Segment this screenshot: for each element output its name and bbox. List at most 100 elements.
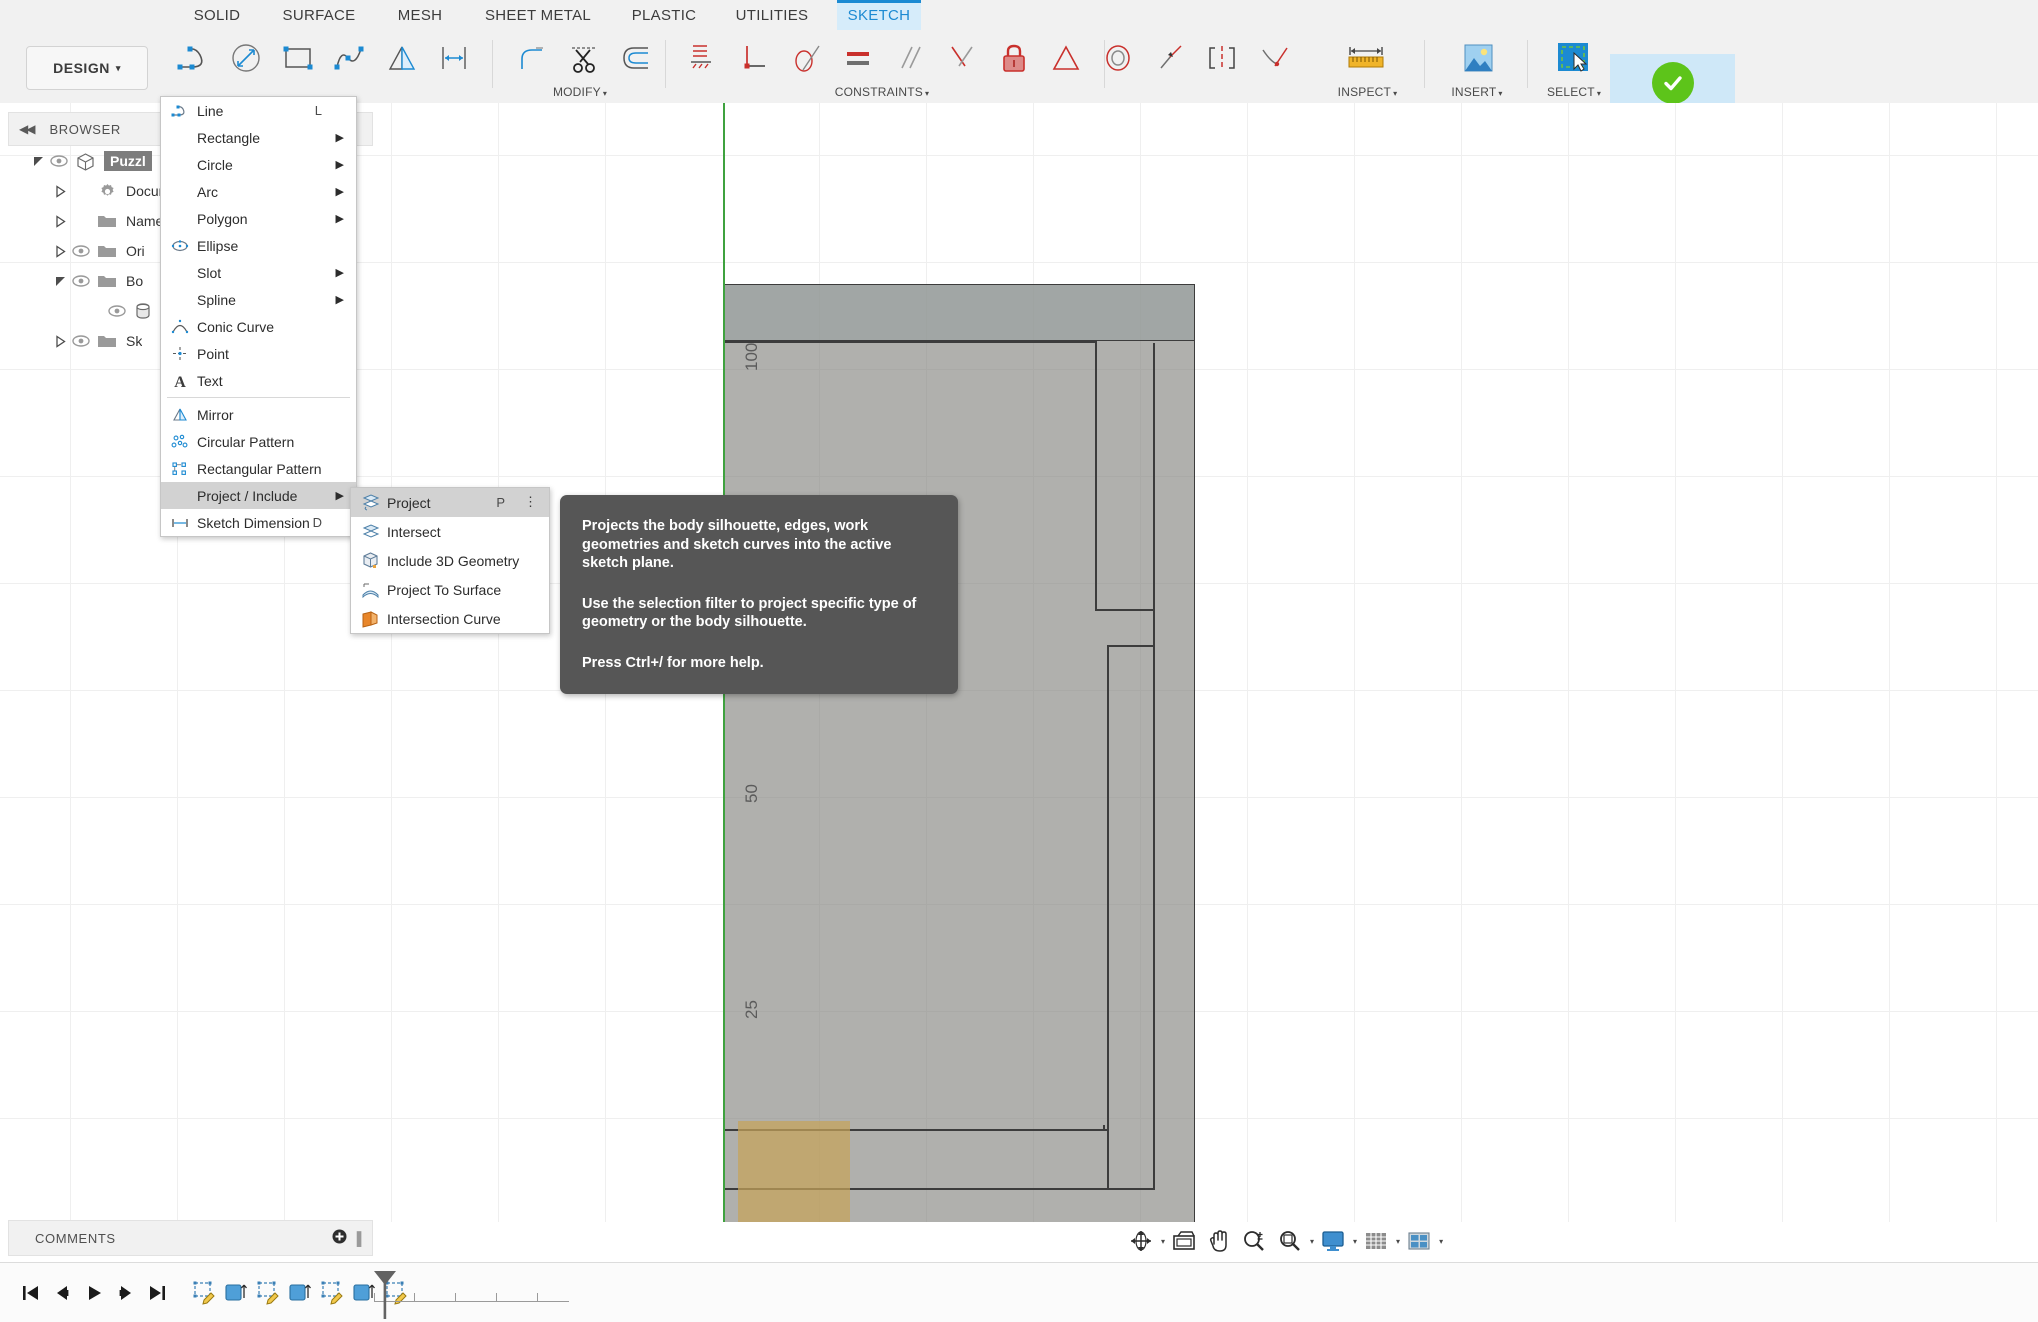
fix-lock-icon[interactable]	[988, 32, 1040, 84]
ribbon-group-modify-label[interactable]: MODIFY▾	[500, 85, 660, 99]
more-options-icon[interactable]: ⋮	[524, 497, 537, 507]
menu-item-slot[interactable]: Slot ▶	[161, 259, 356, 286]
chevron-right-icon[interactable]	[52, 243, 68, 259]
menu-item-project-include[interactable]: Project / Include ▶	[161, 482, 356, 509]
curvature-icon[interactable]	[1248, 32, 1300, 84]
circle-icon[interactable]	[220, 32, 272, 84]
visibility-eye-icon[interactable]	[68, 275, 94, 287]
chevron-down-icon[interactable]: ▾	[1353, 1237, 1357, 1246]
offset-icon[interactable]	[610, 32, 662, 84]
chevron-right-icon[interactable]	[52, 213, 68, 229]
sketch-feature-icon[interactable]	[316, 1271, 348, 1315]
menu-item-mirror[interactable]: Mirror	[161, 401, 356, 428]
step-forward-icon[interactable]	[110, 1273, 142, 1313]
menu-item-circular-pattern[interactable]: Circular Pattern	[161, 428, 356, 455]
symmetry-icon[interactable]	[1196, 32, 1248, 84]
extrude-feature-icon[interactable]	[284, 1271, 316, 1315]
timeline-marker-icon[interactable]	[372, 1269, 398, 1322]
tab-mesh[interactable]: MESH	[385, 0, 455, 30]
sketch-edge[interactable]	[1107, 645, 1109, 1190]
submenu-item-project-to-surface[interactable]: Project To Surface	[351, 575, 549, 604]
collapse-left-icon[interactable]: ◀◀	[19, 122, 33, 136]
visibility-eye-icon[interactable]	[46, 155, 72, 167]
chevron-down-icon[interactable]: ▾	[1310, 1237, 1314, 1246]
spline-icon[interactable]	[324, 32, 376, 84]
concentric-icon[interactable]	[1092, 32, 1144, 84]
workspace-switcher-button[interactable]: DESIGN ▾	[26, 46, 148, 90]
sketch-edge[interactable]	[1153, 343, 1155, 611]
insert-image-icon[interactable]	[1452, 32, 1504, 84]
menu-item-point[interactable]: Point	[161, 340, 356, 367]
sketch-edge[interactable]	[1153, 609, 1155, 647]
equal-icon[interactable]	[832, 32, 884, 84]
fillet-icon[interactable]	[506, 32, 558, 84]
ribbon-group-insert-label[interactable]: INSERT▾	[1432, 85, 1522, 99]
midpoint-icon[interactable]	[1040, 32, 1092, 84]
coincident-icon[interactable]	[676, 32, 728, 84]
highlighted-face-region[interactable]	[738, 1121, 850, 1222]
perpendicular-icon[interactable]	[728, 32, 780, 84]
submenu-item-intersect[interactable]: Intersect	[351, 517, 549, 546]
tab-utilities[interactable]: UTILITIES	[725, 0, 819, 30]
chevron-right-icon[interactable]	[52, 333, 68, 349]
extrude-feature-icon[interactable]	[220, 1271, 252, 1315]
ribbon-group-select-label[interactable]: SELECT▾	[1528, 85, 1620, 99]
tab-surface[interactable]: SURFACE	[272, 0, 366, 30]
pan-hand-icon[interactable]	[1203, 1224, 1235, 1258]
submenu-item-include-3d-geometry[interactable]: Include 3D Geometry	[351, 546, 549, 575]
menu-item-text[interactable]: A Text	[161, 367, 356, 394]
expand-arrow-icon[interactable]	[30, 153, 46, 169]
create-menu[interactable]: Line L Rectangle ▶ Circle ▶ Arc ▶ Polygo…	[160, 96, 357, 537]
projected-body-silhouette[interactable]	[724, 284, 1195, 1222]
zoom-window-icon[interactable]	[1273, 1224, 1307, 1258]
menu-item-arc[interactable]: Arc ▶	[161, 178, 356, 205]
menu-item-rectangle[interactable]: Rectangle ▶	[161, 124, 356, 151]
ribbon-group-inspect-label[interactable]: INSPECT▾	[1320, 85, 1415, 99]
orbit-icon[interactable]	[1124, 1224, 1158, 1258]
visibility-eye-icon[interactable]	[68, 245, 94, 257]
menu-item-spline[interactable]: Spline ▶	[161, 286, 356, 313]
tangent-icon[interactable]	[780, 32, 832, 84]
measure-ruler-icon[interactable]	[1340, 32, 1392, 84]
expand-arrow-icon[interactable]	[52, 273, 68, 289]
select-cursor-icon[interactable]	[1548, 32, 1600, 84]
parallel-icon[interactable]	[884, 32, 936, 84]
submenu-item-intersection-curve[interactable]: Intersection Curve	[351, 604, 549, 633]
skip-to-start-icon[interactable]	[14, 1273, 46, 1313]
mirror-icon[interactable]	[376, 32, 428, 84]
chevron-down-icon[interactable]: ▾	[1439, 1237, 1443, 1246]
tab-sheet-metal[interactable]: SHEET METAL	[473, 0, 603, 30]
ribbon-group-constraints-label[interactable]: CONSTRAINTS▾	[672, 85, 1092, 99]
sketch-edge[interactable]	[1107, 645, 1155, 647]
visibility-eye-icon[interactable]	[68, 335, 94, 347]
sketch-edge[interactable]	[1153, 647, 1155, 1190]
comments-panel[interactable]: COMMENTS ▌	[8, 1220, 373, 1256]
visibility-eye-icon[interactable]	[104, 305, 130, 317]
rectangle-icon[interactable]	[272, 32, 324, 84]
add-comment-icon[interactable]	[332, 1229, 347, 1248]
tab-solid[interactable]: SOLID	[180, 0, 254, 30]
play-icon[interactable]	[78, 1273, 110, 1313]
collinear-icon[interactable]	[1144, 32, 1196, 84]
menu-item-sketch-dimension[interactable]: Sketch Dimension D	[161, 509, 356, 536]
viewports-icon[interactable]	[1402, 1224, 1436, 1258]
menu-item-circle[interactable]: Circle ▶	[161, 151, 356, 178]
zoom-icon[interactable]	[1237, 1224, 1271, 1258]
chevron-down-icon[interactable]: ▾	[1396, 1237, 1400, 1246]
menu-item-polygon[interactable]: Polygon ▶	[161, 205, 356, 232]
skip-to-end-icon[interactable]	[142, 1273, 174, 1313]
project-include-submenu[interactable]: Project P ⋮ Intersect Include 3D Ge	[350, 487, 550, 634]
line-icon[interactable]	[168, 32, 220, 84]
chevron-right-icon[interactable]	[52, 183, 68, 199]
tab-sketch[interactable]: SKETCH	[837, 0, 921, 30]
step-back-icon[interactable]	[46, 1273, 78, 1313]
tab-plastic[interactable]: PLASTIC	[621, 0, 707, 30]
horizontal-vertical-icon[interactable]	[936, 32, 988, 84]
menu-item-ellipse[interactable]: Ellipse	[161, 232, 356, 259]
sketch-edge[interactable]	[725, 341, 1097, 343]
sketch-edge[interactable]	[1095, 609, 1155, 611]
menu-item-conic-curve[interactable]: Conic Curve	[161, 313, 356, 340]
look-at-icon[interactable]	[1167, 1224, 1201, 1258]
sketch-feature-icon[interactable]	[252, 1271, 284, 1315]
menu-item-line[interactable]: Line L	[161, 97, 356, 124]
